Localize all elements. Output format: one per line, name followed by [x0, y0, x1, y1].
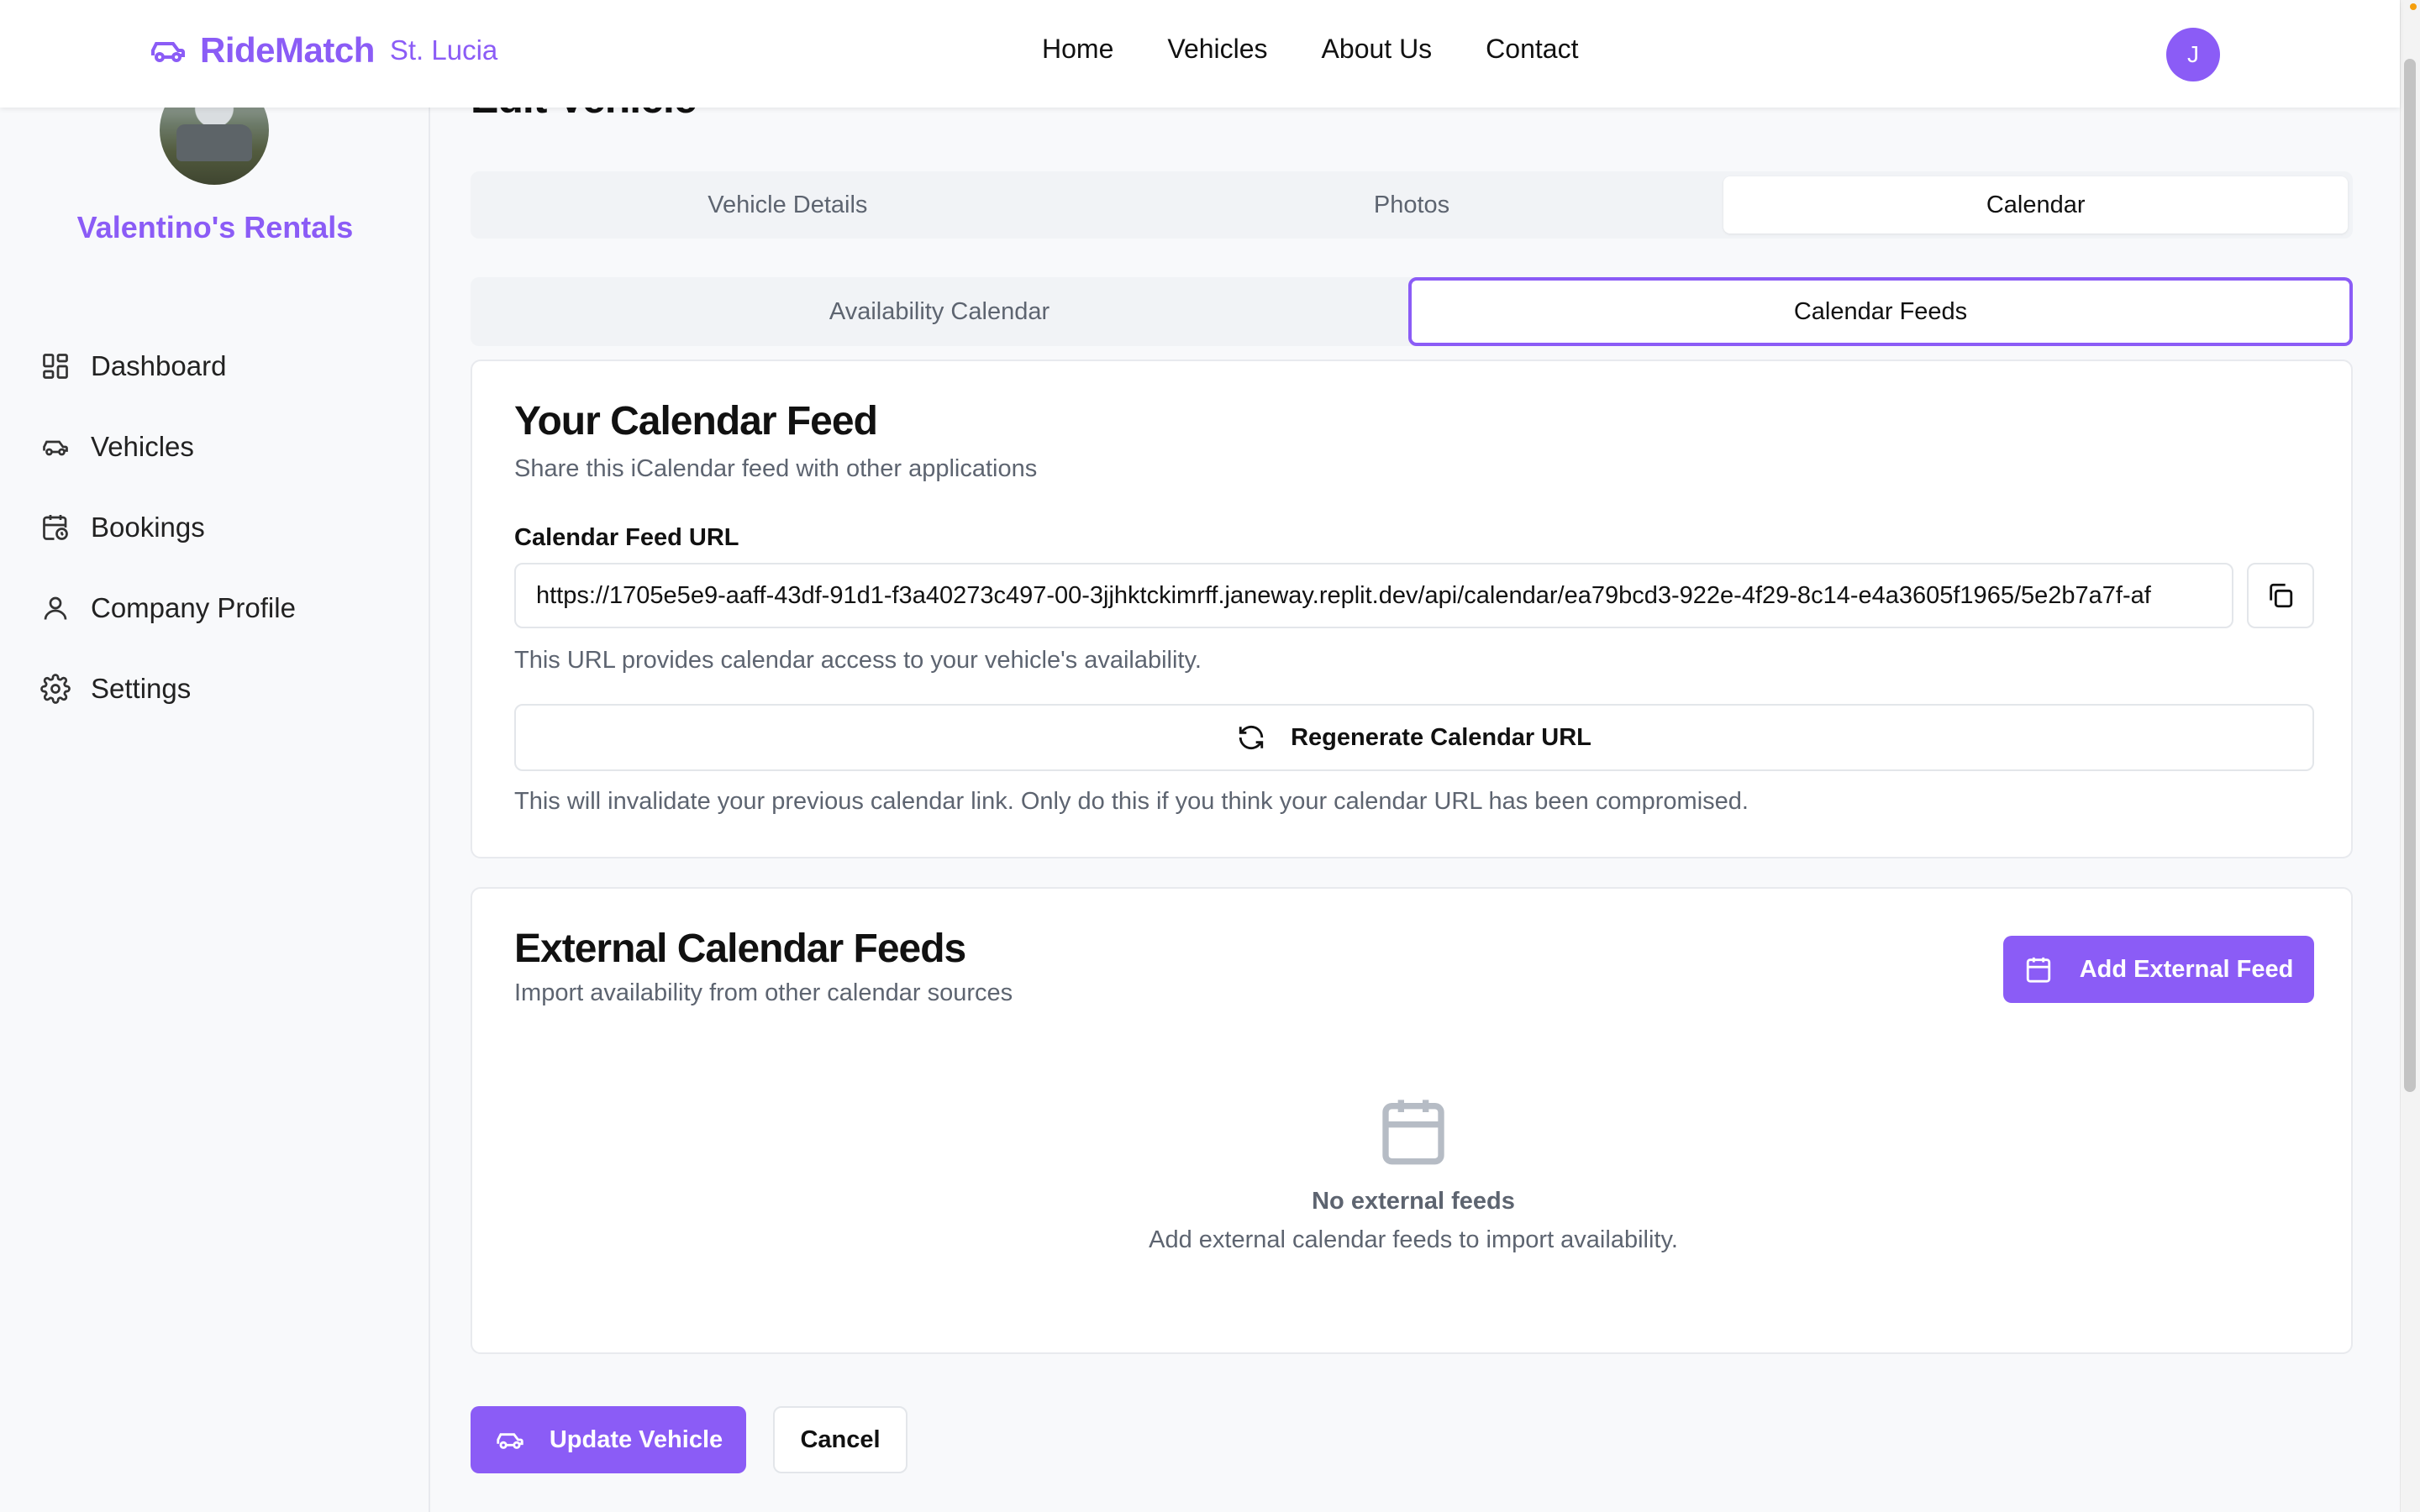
add-external-feed-label: Add External Feed: [2079, 955, 2294, 983]
company-name: Valentino's Rentals: [76, 210, 354, 244]
tab-vehicle-details[interactable]: Vehicle Details: [476, 176, 1100, 234]
sidebar-item-label: Settings: [91, 673, 192, 704]
calendar-clock-icon: [43, 515, 68, 540]
car-logo-icon: [151, 42, 185, 62]
subtab-calendar-feeds[interactable]: Calendar Feeds: [1408, 277, 2353, 346]
nav-home[interactable]: Home: [1042, 34, 1113, 65]
regenerate-hint: This will invalidate your previous calen…: [514, 788, 1749, 815]
nav-contact[interactable]: Contact: [1486, 34, 1578, 65]
empty-state-subtitle: Add external calendar feeds to import av…: [1149, 1226, 1678, 1253]
sidebar-item-dashboard[interactable]: Dashboard: [40, 326, 296, 407]
sidebar-item-label: Vehicles: [91, 431, 194, 462]
scrollbar[interactable]: [2400, 0, 2420, 1512]
sidebar-menu: Dashboard Vehicles Bookings Company Prof…: [40, 326, 296, 729]
regenerate-url-button[interactable]: Regenerate Calendar URL: [514, 704, 2314, 771]
subtab-availability-calendar[interactable]: Availability Calendar: [471, 277, 1408, 346]
update-vehicle-label: Update Vehicle: [549, 1425, 723, 1453]
main-nav: Home Vehicles About Us Contact: [1042, 34, 1578, 65]
regenerate-url-label: Regenerate Calendar URL: [1291, 723, 1591, 751]
car-icon: [497, 1433, 523, 1449]
calendar-feed-url-label: Calendar Feed URL: [514, 524, 739, 551]
external-feeds-card: External Calendar Feeds Import availabil…: [471, 887, 2353, 1354]
sidebar-item-label: Dashboard: [91, 350, 227, 381]
sidebar-item-bookings[interactable]: Bookings: [40, 487, 296, 568]
calendar-feed-card: Your Calendar Feed Share this iCalendar …: [471, 360, 2353, 858]
sidebar: Valentino's Rentals Dashboard Vehicles B…: [0, 0, 430, 1512]
calendar-feed-url-hint: This URL provides calendar access to you…: [514, 647, 1202, 674]
nav-about-us[interactable]: About Us: [1322, 34, 1433, 65]
sidebar-item-company-profile[interactable]: Company Profile: [40, 568, 296, 648]
brand-name: RideMatch: [200, 30, 375, 70]
car-icon: [43, 440, 68, 456]
external-feeds-subtitle: Import availability from other calendar …: [514, 979, 1013, 1006]
external-feeds-title: External Calendar Feeds: [514, 927, 966, 971]
status-dot: [2410, 3, 2417, 10]
vehicle-tabs: Vehicle Details Photos Calendar: [471, 171, 2353, 239]
copy-icon: [2270, 583, 2293, 608]
calendar-icon: [2026, 957, 2050, 983]
empty-state-title: No external feeds: [1312, 1188, 1515, 1215]
copy-url-button[interactable]: [2247, 563, 2314, 628]
calendar-feed-subtitle: Share this iCalendar feed with other app…: [514, 455, 1038, 482]
calendar-feed-title: Your Calendar Feed: [514, 399, 878, 444]
scrollbar-thumb[interactable]: [2404, 59, 2416, 1092]
refresh-icon: [1239, 725, 1264, 750]
sidebar-item-label: Bookings: [91, 512, 205, 543]
brand-logo[interactable]: RideMatch St. Lucia: [148, 30, 497, 71]
top-navbar: RideMatch St. Lucia Home Vehicles About …: [0, 0, 2400, 108]
sidebar-item-label: Company Profile: [91, 592, 296, 623]
update-vehicle-button[interactable]: Update Vehicle: [471, 1406, 746, 1473]
user-avatar[interactable]: J: [2166, 28, 2220, 81]
brand-location: St. Lucia: [389, 34, 498, 66]
dashboard-icon: [43, 354, 68, 379]
cancel-button[interactable]: Cancel: [773, 1406, 908, 1473]
tab-photos[interactable]: Photos: [1100, 176, 1724, 234]
sidebar-item-vehicles[interactable]: Vehicles: [40, 407, 296, 487]
gear-icon: [40, 674, 71, 704]
tab-calendar[interactable]: Calendar: [1723, 176, 2349, 234]
add-external-feed-button[interactable]: Add External Feed: [2003, 936, 2314, 1003]
calendar-empty-icon: [1382, 1100, 1444, 1165]
user-icon: [44, 596, 67, 620]
calendar-feed-url-input[interactable]: [514, 563, 2233, 628]
nav-vehicles[interactable]: Vehicles: [1167, 34, 1267, 65]
calendar-subtabs: Availability Calendar Calendar Feeds: [471, 277, 2353, 346]
sidebar-item-settings[interactable]: Settings: [40, 648, 296, 729]
